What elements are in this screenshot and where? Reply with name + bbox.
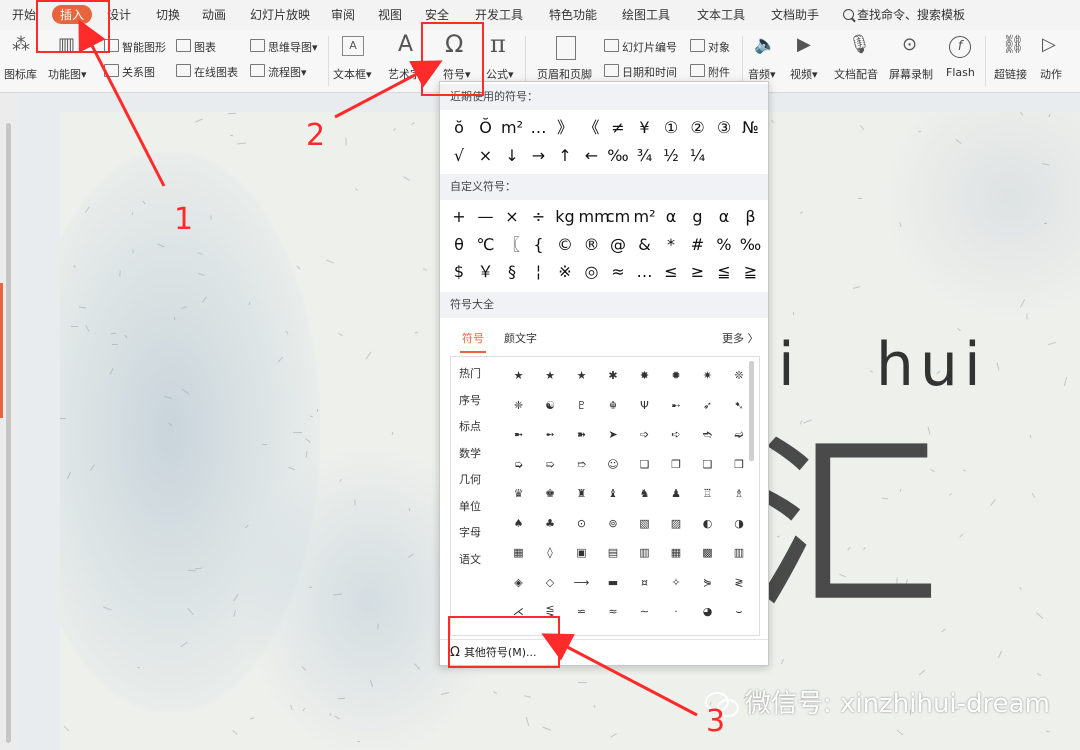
annotation-number-3: 3 — [706, 704, 726, 739]
arrow-1 — [78, 19, 166, 187]
annotation-arrows — [78, 19, 698, 717]
annotation-number-2: 2 — [306, 118, 326, 153]
arrow-2 — [334, 60, 443, 119]
annotation-number-1: 1 — [174, 202, 194, 237]
arrow-3 — [541, 633, 698, 717]
